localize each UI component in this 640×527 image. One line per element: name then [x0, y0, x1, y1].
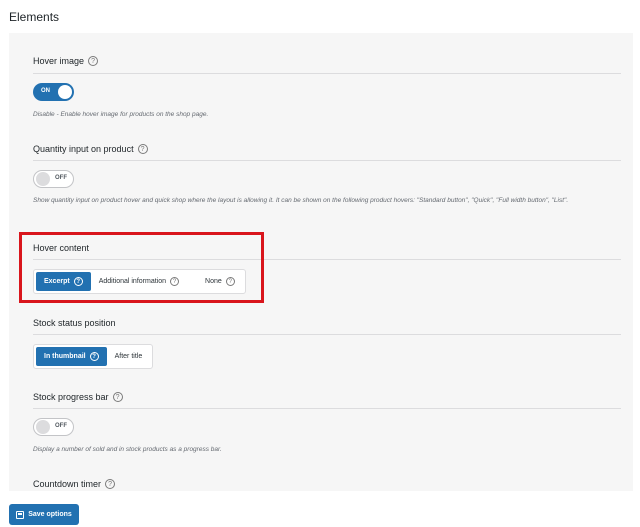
save-button-label: Save options: [28, 511, 72, 518]
toggle-knob: [58, 85, 72, 99]
option-description: Disable - Enable hover image for product…: [33, 111, 209, 118]
stock-progress-bar-toggle[interactable]: OFF: [33, 418, 74, 436]
help-icon[interactable]: ?: [112, 392, 123, 402]
divider: [33, 334, 621, 335]
toggle-knob: [36, 172, 50, 186]
option-title-hover-image: Hover image ?: [33, 56, 99, 66]
option-title-stock-progress-bar: Stock progress bar ?: [33, 392, 123, 402]
quantity-input-toggle[interactable]: OFF: [33, 170, 74, 188]
segment-label: In thumbnail: [44, 353, 86, 360]
option-description: Show quantity input on product hover and…: [33, 197, 569, 204]
toggle-knob: [36, 420, 50, 434]
save-icon: [16, 510, 25, 519]
option-label: Countdown timer: [33, 479, 102, 489]
stock-status-position-selector: In thumbnail ? After title: [33, 344, 154, 369]
toggle-state: OFF: [55, 175, 67, 181]
stock-status-option-in-thumbnail[interactable]: In thumbnail ?: [36, 347, 107, 366]
option-label: Quantity input on product: [33, 144, 134, 154]
help-icon[interactable]: ?: [105, 479, 116, 489]
option-title-countdown-timer: Countdown timer ?: [33, 479, 116, 489]
help-icon[interactable]: ?: [89, 352, 99, 361]
segment-label: After title: [114, 353, 143, 360]
section-title: Elements: [9, 10, 60, 24]
highlight-box: [19, 232, 264, 303]
stock-status-option-after-title[interactable]: After title: [107, 347, 151, 366]
toggle-state: OFF: [55, 423, 67, 429]
option-label: Hover image: [33, 56, 85, 66]
option-label: Stock progress bar: [33, 392, 109, 402]
option-title-stock-status-position: Stock status position: [33, 318, 116, 328]
save-options-button[interactable]: Save options: [9, 504, 79, 525]
option-title-quantity-input: Quantity input on product ?: [33, 144, 148, 154]
option-label: Stock status position: [33, 318, 116, 328]
divider: [33, 73, 621, 74]
help-icon[interactable]: ?: [88, 56, 99, 66]
divider: [33, 160, 621, 161]
hover-image-toggle[interactable]: ON: [33, 83, 74, 101]
option-description: Display a number of sold and in stock pr…: [33, 446, 222, 453]
help-icon[interactable]: ?: [137, 144, 148, 154]
divider: [33, 408, 621, 409]
toggle-state: ON: [41, 88, 50, 94]
